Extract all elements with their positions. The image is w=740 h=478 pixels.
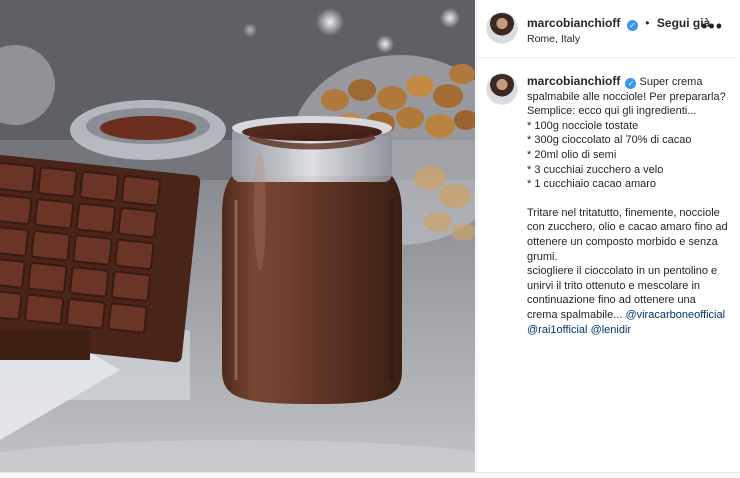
instruction-line: Tritare nel tritatutto, finemente, nocci… (527, 206, 720, 219)
chocolate-spread-image (0, 0, 475, 472)
author-username[interactable]: marcobianchioff (527, 16, 620, 30)
separator-dot: • (645, 16, 650, 30)
ingredient-line: * 3 cucchiai zucchero a velo (527, 163, 664, 176)
instagram-post: marcobianchioff ✓ • Segui già Rome, Ital… (0, 0, 740, 478)
instruction-line: sciogliere il cioccolato in un pentolino… (527, 265, 718, 278)
more-options-icon[interactable]: ••• (701, 16, 723, 37)
instruction-text: crema spalmabile... (527, 308, 626, 321)
instruction-line: con zucchero, olio e cacao amaro fino ad (527, 221, 728, 234)
verified-badge-icon: ✓ (625, 78, 637, 89)
header-user-row: marcobianchioff ✓ • Segui già (527, 14, 710, 32)
mention-lenidir[interactable]: @lenidir (591, 324, 632, 336)
instruction-line: continuazione fino ad ottenere una (527, 294, 696, 307)
post-photo[interactable] (0, 0, 475, 472)
mentions-line: @rai1official @lenidir (527, 323, 727, 338)
ingredient-line: * 300g cioccolato al 70% di cacao (527, 134, 692, 147)
caption-text: Super crema (639, 76, 703, 88)
instruction-last-line: crema spalmabile... @viracarboneofficial (527, 308, 727, 323)
instruction-line: grumi. (527, 250, 558, 263)
post-location[interactable]: Rome, Italy (527, 33, 580, 45)
ingredient-line: * 1 cucchiaio cacao amaro (527, 178, 657, 191)
instruction-line: ottenere un composto morbido e senza (527, 235, 718, 248)
instruction-line: unirvi il trito ottenuto e mescolare in (527, 279, 701, 292)
caption-author-avatar[interactable] (487, 74, 517, 104)
mention-viracarboneofficial[interactable]: @viracarboneofficial (625, 309, 725, 321)
post-header: marcobianchioff ✓ • Segui già Rome, Ital… (477, 0, 737, 58)
ingredient-line: * 20ml olio di semi (527, 148, 617, 161)
caption-first-line: marcobianchioff ✓ Super crema (527, 74, 727, 90)
post-sidebar: marcobianchioff ✓ • Segui già Rome, Ital… (476, 0, 737, 472)
author-avatar[interactable] (487, 13, 517, 43)
bottom-divider (0, 472, 740, 478)
verified-badge-icon: ✓ (626, 20, 638, 31)
caption-line: Semplice: ecco qui gli ingredienti... (527, 105, 697, 118)
ingredient-line: * 100g nocciole tostate (527, 119, 639, 132)
caption-username[interactable]: marcobianchioff (527, 74, 620, 88)
mention-rai1official[interactable]: @rai1official (527, 324, 588, 336)
caption-line: spalmabile alle nocciole! Per prepararla… (527, 90, 726, 103)
post-caption: marcobianchioff ✓ Super crema spalmabile… (527, 74, 728, 338)
